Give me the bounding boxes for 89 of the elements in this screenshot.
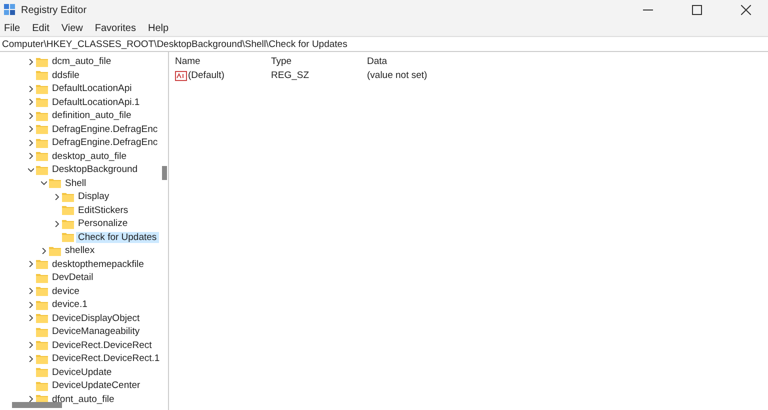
folder-icon <box>36 164 48 175</box>
tree-item[interactable]: DefragEngine.DefragEnc <box>50 137 160 148</box>
tree-item[interactable]: dfont_auto_file <box>50 394 116 405</box>
folder-icon <box>36 138 48 148</box>
folder-icon <box>36 326 48 337</box>
tree-item[interactable]: dcm_auto_file <box>50 56 114 68</box>
folder-icon <box>62 192 74 202</box>
tree-item[interactable]: DeviceDisplayObject <box>50 312 142 324</box>
menu-item[interactable]: Favorites <box>94 22 136 34</box>
tree-item[interactable]: DesktopBackground <box>50 164 140 176</box>
folder-icon <box>36 56 48 67</box>
folder-icon <box>36 380 48 391</box>
chevron-right-icon[interactable] <box>28 58 34 65</box>
tree-item[interactable]: DeviceUpdate <box>50 366 114 378</box>
tree-item[interactable]: DeviceUpdateCenter <box>50 380 142 392</box>
folder-icon <box>49 246 61 256</box>
chevron-right-icon[interactable] <box>54 220 60 227</box>
chevron-right-icon[interactable] <box>28 356 34 362</box>
close-icon <box>741 5 751 15</box>
tree-item[interactable]: DefaultLocationApi <box>50 83 134 94</box>
table-cell-text: (value not set) <box>367 70 428 81</box>
tree-item[interactable]: DeviceManageability <box>50 326 142 338</box>
folder-icon <box>36 340 48 350</box>
folder-icon <box>62 232 74 242</box>
chevron-right-icon[interactable] <box>28 342 34 348</box>
folder-icon <box>36 110 48 121</box>
chevron-right-icon[interactable] <box>54 194 60 200</box>
folder-icon <box>36 354 48 364</box>
column-header[interactable]: Name <box>175 56 271 67</box>
menu-item[interactable]: View <box>61 22 83 34</box>
table-cell-text: REG_SZ <box>271 70 310 81</box>
tree-item[interactable]: device <box>50 286 82 297</box>
tree-item[interactable]: ddsfile <box>50 70 82 81</box>
table-cell: (Default) <box>188 70 224 81</box>
tree-item[interactable]: DeviceRect.DeviceRect <box>50 340 154 351</box>
folder-icon <box>36 97 48 108</box>
registry-icon <box>4 4 16 16</box>
menu-item[interactable]: Help <box>148 22 169 34</box>
folder-icon <box>36 286 48 296</box>
folder-icon <box>36 259 48 270</box>
tree-item[interactable]: shellex <box>63 245 97 256</box>
chevron-right-icon[interactable] <box>41 248 47 254</box>
folder-icon <box>49 178 61 188</box>
tree-item[interactable]: Display <box>76 191 112 202</box>
folder-icon <box>62 205 74 216</box>
chevron-right-icon[interactable] <box>28 261 34 268</box>
menu-item[interactable]: File <box>4 22 20 34</box>
folder-icon <box>36 300 48 310</box>
folder-icon <box>36 124 48 134</box>
folder-icon <box>36 272 48 283</box>
tree-item[interactable]: DefragEngine.DefragEnc <box>50 124 160 135</box>
column-header[interactable]: Type <box>271 56 367 67</box>
chevron-right-icon[interactable] <box>28 126 34 132</box>
tree-item[interactable]: desktopthemepackfile <box>50 258 146 270</box>
chevron-right-icon[interactable] <box>28 396 34 402</box>
chevron-right-icon[interactable] <box>28 302 34 308</box>
tree-item[interactable]: DefaultLocationApi.1 <box>50 96 142 108</box>
window-title: Registry Editor <box>21 4 88 16</box>
folder-icon <box>36 313 48 324</box>
chevron-right-icon[interactable] <box>28 153 34 160</box>
tree-item[interactable]: definition_auto_file <box>50 110 134 122</box>
chevron-right-icon[interactable] <box>28 112 34 119</box>
column-header[interactable]: Data <box>367 56 487 67</box>
tree-item[interactable]: Personalize <box>76 218 130 230</box>
folder-icon <box>62 218 74 229</box>
folder-icon <box>36 70 48 80</box>
tree-item[interactable]: EditStickers <box>76 204 130 216</box>
folder-icon <box>36 367 48 378</box>
maximize-icon <box>692 5 702 15</box>
scrollbar-thumb[interactable] <box>12 402 62 408</box>
tree-item[interactable]: device.1 <box>50 299 90 310</box>
chevron-right-icon[interactable] <box>28 86 34 92</box>
menu-item[interactable]: Edit <box>32 22 50 34</box>
folder-icon <box>36 151 48 162</box>
folder-icon <box>36 84 48 94</box>
chevron-right-icon[interactable] <box>28 315 34 322</box>
tree-item[interactable]: Check for Updates <box>76 232 159 243</box>
tree-item[interactable]: Shell <box>63 178 88 189</box>
scrollbar-thumb[interactable] <box>162 166 167 180</box>
tree-item[interactable]: DevDetail <box>50 272 96 284</box>
string-value-icon <box>175 70 187 80</box>
chevron-right-icon[interactable] <box>28 288 34 294</box>
chevron-down-icon[interactable] <box>41 180 47 186</box>
address-bar[interactable]: Computer\HKEY_CLASSES_ROOT\DesktopBackground\Shell\Check for Updates <box>0 36 768 52</box>
tree-item[interactable]: DeviceRect.DeviceRect.1 <box>50 353 162 364</box>
chevron-down-icon[interactable] <box>28 166 34 173</box>
tree-item[interactable]: desktop_auto_file <box>50 150 128 162</box>
chevron-right-icon[interactable] <box>28 99 34 106</box>
chevron-right-icon[interactable] <box>28 140 34 146</box>
